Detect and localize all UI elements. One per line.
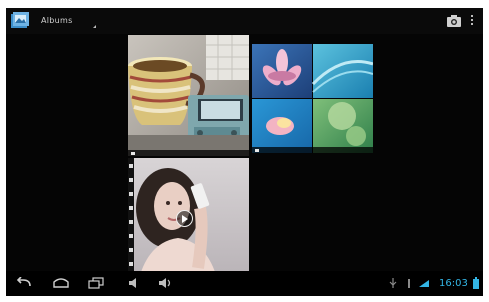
volume-up-icon[interactable] bbox=[158, 277, 172, 289]
overflow-menu-icon[interactable] bbox=[468, 14, 476, 28]
battery-icon bbox=[473, 277, 479, 289]
dropdown-caret-icon[interactable] bbox=[93, 25, 96, 28]
status-clock: 16:03 bbox=[439, 278, 468, 289]
play-icon[interactable] bbox=[176, 210, 193, 227]
usb-icon bbox=[389, 278, 397, 288]
camera-icon[interactable] bbox=[446, 14, 462, 28]
photo-album-icon bbox=[131, 152, 135, 155]
album-tile[interactable] bbox=[128, 158, 249, 282]
navigation-bar: 16:03 bbox=[6, 271, 483, 296]
volume-down-icon[interactable] bbox=[128, 277, 140, 289]
action-bar: Albums bbox=[6, 8, 483, 34]
device-frame: Albums 16:03 bbox=[0, 0, 489, 302]
signal-icon bbox=[408, 279, 410, 288]
photo-album-icon bbox=[255, 149, 259, 152]
album-thumbnail bbox=[252, 44, 373, 153]
recent-apps-icon[interactable] bbox=[88, 277, 104, 289]
album-label-bar bbox=[252, 147, 373, 153]
back-icon[interactable] bbox=[16, 277, 32, 289]
album-tile[interactable] bbox=[252, 44, 373, 153]
gallery-icon[interactable] bbox=[11, 12, 29, 29]
album-label-bar bbox=[128, 150, 249, 156]
wifi-icon bbox=[419, 280, 429, 287]
home-icon[interactable] bbox=[52, 277, 70, 289]
album-tile[interactable] bbox=[128, 35, 249, 156]
album-thumbnail bbox=[128, 35, 249, 156]
tablet-screen: Albums 16:03 bbox=[6, 8, 483, 296]
page-title[interactable]: Albums bbox=[41, 16, 73, 25]
